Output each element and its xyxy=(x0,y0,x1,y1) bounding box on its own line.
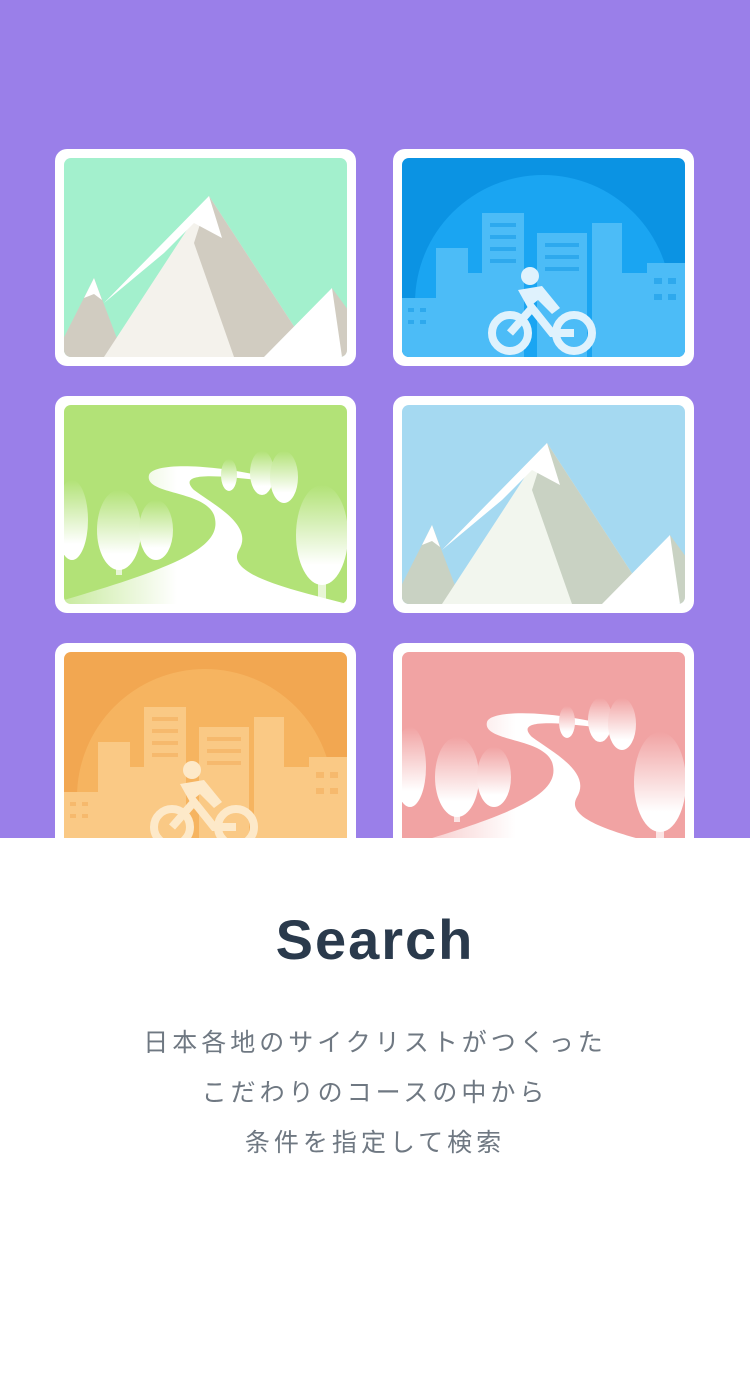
path-trees-illustration xyxy=(402,652,685,838)
mountain-illustration xyxy=(64,158,347,357)
course-image-card xyxy=(393,643,694,838)
city-cycling-illustration xyxy=(402,158,685,357)
page-title: Search xyxy=(275,908,475,971)
description-line: こだわりのコースの中から xyxy=(201,1078,549,1107)
hero-illustration xyxy=(0,0,750,838)
course-image-card xyxy=(55,396,356,613)
description-line: 条件を指定して検索 xyxy=(244,1128,506,1157)
course-image-card xyxy=(393,149,694,366)
mountain-illustration xyxy=(402,405,685,604)
description-line: 日本各地のサイクリストがつくった xyxy=(143,1028,607,1057)
course-image-card xyxy=(393,396,694,613)
course-image-card xyxy=(55,149,356,366)
city-cycling-illustration xyxy=(64,652,347,838)
feature-description: Search 日本各地のサイクリストがつくった こだわりのコースの中から 条件を… xyxy=(0,838,750,1382)
path-trees-illustration xyxy=(64,405,347,604)
description-text: 日本各地のサイクリストがつくった こだわりのコースの中から 条件を指定して検索 xyxy=(0,1018,750,1168)
course-image-card xyxy=(55,643,356,838)
